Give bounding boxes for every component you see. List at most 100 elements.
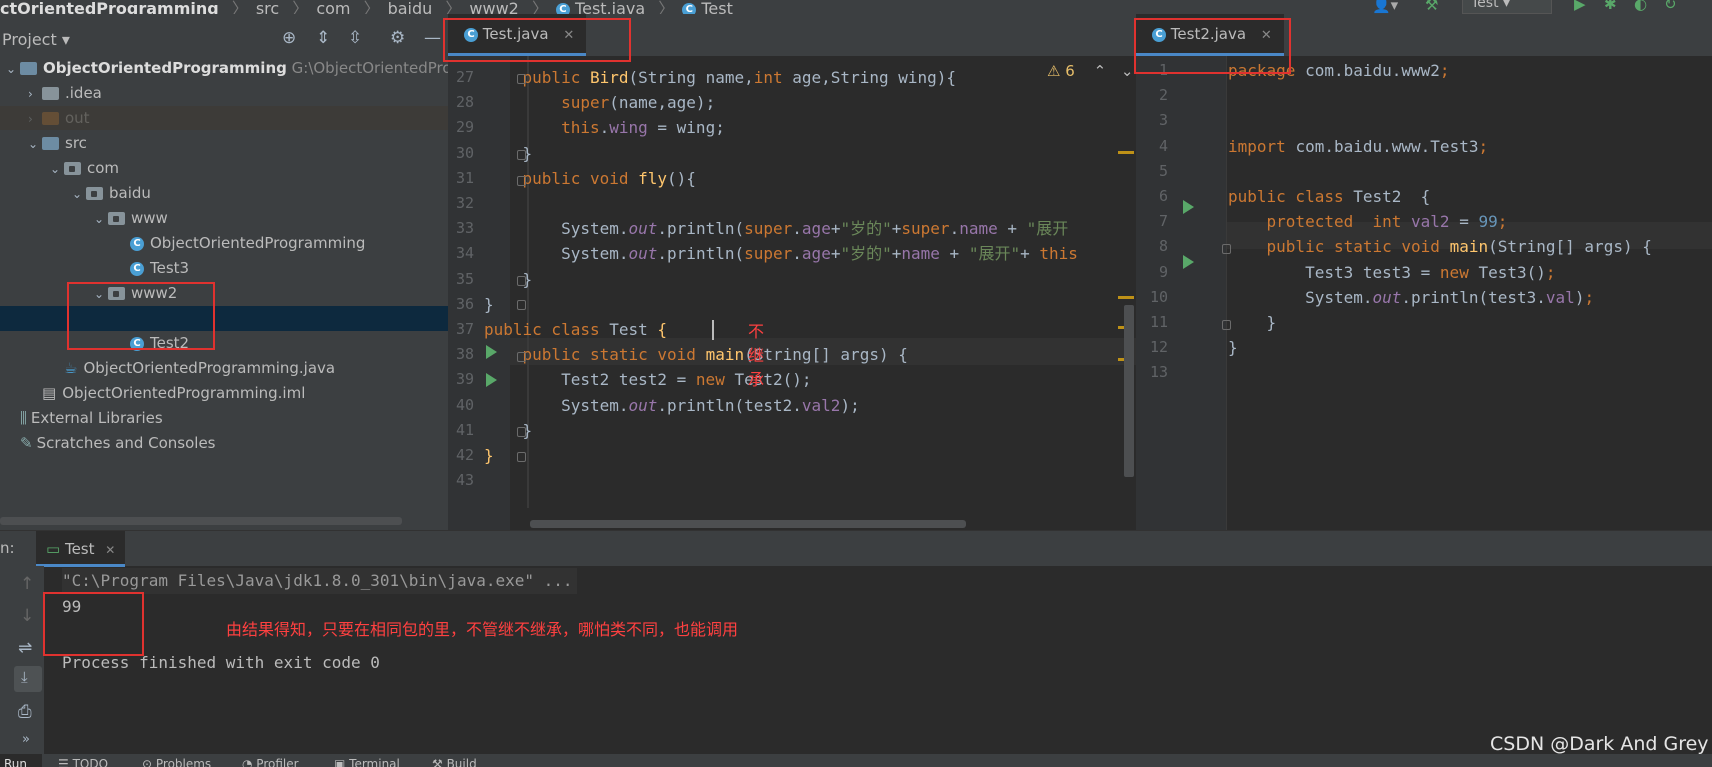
fold-marker-icon[interactable] <box>517 276 526 286</box>
fold-marker-icon[interactable] <box>517 452 526 462</box>
code-token: age,String wing){ <box>792 68 957 87</box>
code-line[interactable]: import com.baidu.www.Test3; <box>1228 133 1488 160</box>
soft-wrap-icon[interactable]: ⇌ <box>18 638 32 658</box>
chevron-up-icon[interactable]: ⌃ <box>1094 62 1107 80</box>
code-line[interactable]: System.out.println(super.age+"岁的"+super.… <box>484 215 1068 242</box>
tree-item[interactable]: ☕ ObjectOrientedProgramming.java <box>50 356 335 381</box>
run-icon[interactable]: ▶ <box>1574 0 1586 13</box>
run-class-gutter-icon[interactable] <box>486 345 497 359</box>
run-class-gutter-icon[interactable] <box>1183 200 1194 214</box>
breadcrumb-class[interactable]: Test <box>701 0 733 14</box>
chevron-down-icon[interactable]: ⌄ <box>28 132 42 157</box>
fold-marker-icon[interactable] <box>517 176 526 186</box>
tree-item[interactable]: ⌄ baidu <box>72 181 151 206</box>
arrow-up-icon[interactable]: ↑ <box>20 574 34 594</box>
tree-item[interactable]: ⫼ External Libraries <box>6 406 163 431</box>
toolwindow-build[interactable]: ⚒ Build <box>432 757 477 767</box>
tree-item[interactable]: › .idea <box>28 81 102 106</box>
tree-item[interactable]: ⌄ com <box>50 156 119 181</box>
error-stripe-mark[interactable] <box>1118 151 1134 154</box>
breadcrumb-project[interactable]: ctOrientedProgramming <box>0 0 219 14</box>
code-line[interactable]: System.out.println(test3.val); <box>1228 284 1594 311</box>
editor1-vertical-scrollbar[interactable] <box>1124 305 1134 477</box>
fold-marker-icon[interactable] <box>1222 244 1231 254</box>
code-token: new <box>1439 262 1479 282</box>
chevron-down-icon[interactable]: ⌄ <box>1121 62 1134 80</box>
code-line[interactable]: protected int val2 = 99; <box>1228 208 1508 235</box>
project-horizontal-scrollbar[interactable] <box>0 517 402 525</box>
code-line[interactable]: } <box>484 442 494 469</box>
more-icon[interactable]: » <box>22 732 30 747</box>
arrow-down-icon[interactable]: ↓ <box>20 606 34 626</box>
code-line[interactable]: System.out.println(test2.val2); <box>484 392 860 419</box>
problems-icon: ⊙ <box>142 757 156 767</box>
toolwindow-profiler[interactable]: ◔ Profiler <box>242 757 299 767</box>
java-class-icon: C <box>130 261 144 276</box>
tree-item[interactable]: C ObjectOrientedProgramming <box>116 231 365 256</box>
code-line[interactable]: } <box>1228 309 1277 336</box>
code-line[interactable]: public static void main(String[] args) { <box>484 341 908 368</box>
code-line[interactable]: super(name,age); <box>484 89 715 116</box>
breadcrumb-file[interactable]: Test.java <box>575 0 645 14</box>
breadcrumb-www2[interactable]: www2 <box>469 0 518 14</box>
breadcrumb-src[interactable]: src <box>256 0 279 14</box>
tree-item[interactable]: ▤ ObjectOrientedProgramming.iml <box>28 381 305 406</box>
code-line[interactable]: public void fly(){ <box>484 165 696 192</box>
close-icon[interactable]: ✕ <box>105 543 115 557</box>
user-icon[interactable]: 👤▾ <box>1372 0 1398 14</box>
fold-marker-icon[interactable] <box>1222 320 1231 330</box>
run-main-gutter-icon[interactable] <box>1183 255 1194 269</box>
breadcrumb-com[interactable]: com <box>316 0 350 14</box>
chevron-down-icon[interactable]: ⌄ <box>72 182 86 207</box>
run-config-select[interactable]: Test ▾ <box>1462 0 1552 14</box>
toolwindow-problems[interactable]: ⊙ Problems <box>142 757 211 767</box>
breadcrumb-baidu[interactable]: baidu <box>388 0 433 14</box>
code-line[interactable]: public class Test2 { <box>1228 183 1430 210</box>
tree-item[interactable]: ⌄ ObjectOrientedProgramming G:\ObjectOrie… <box>6 56 491 81</box>
run-tab-test[interactable]: ▭ Test ✕ <box>36 531 126 567</box>
code-token: System. <box>484 219 629 239</box>
code-line[interactable]: public Bird(String name,int age,String w… <box>484 64 957 91</box>
code-line[interactable]: System.out.println(super.age+"岁的"+name +… <box>484 240 1078 267</box>
toolwindow-todo[interactable]: ☰ TODO <box>58 757 108 767</box>
scroll-to-end-button[interactable]: ⤓ <box>14 666 42 692</box>
chevron-down-icon[interactable]: ⌄ <box>6 57 20 82</box>
editor1-horizontal-scrollbar[interactable] <box>530 520 966 528</box>
fold-marker-icon[interactable] <box>517 150 526 160</box>
code-line[interactable]: Test3 test3 = new Test3(); <box>1228 259 1555 286</box>
tree-item[interactable]: ✎ Scratches and Consoles <box>6 431 216 456</box>
warnings-indicator[interactable]: ⚠ 6 ⌃ ⌄ <box>1047 62 1134 80</box>
run-main-gutter-icon[interactable] <box>486 373 497 387</box>
collapse-all-icon[interactable]: ⇳ <box>348 28 362 48</box>
fold-marker-icon[interactable] <box>517 74 526 84</box>
tree-item[interactable]: ⌄ www <box>94 206 168 231</box>
tree-item[interactable]: ⌄ src <box>28 131 87 156</box>
fold-marker-icon[interactable] <box>517 300 526 310</box>
fold-marker-icon[interactable] <box>517 427 526 437</box>
tree-item[interactable]: C Test3 <box>116 256 189 281</box>
build-hammer-icon[interactable]: ⚒ <box>1425 0 1438 14</box>
project-panel-title[interactable]: Project ▾ <box>2 30 70 49</box>
expand-all-icon[interactable]: ⇕ <box>316 28 330 48</box>
toolwindow-run[interactable]: Run <box>4 757 27 767</box>
line-number: 10 <box>1149 287 1168 306</box>
code-line[interactable]: } <box>1228 334 1238 361</box>
print-icon[interactable]: ⎙ <box>18 702 32 722</box>
locate-icon[interactable]: ⊕ <box>282 28 296 48</box>
chevron-down-icon[interactable]: ⌄ <box>94 207 108 232</box>
gear-icon[interactable]: ⚙ <box>390 28 405 48</box>
coverage-icon[interactable]: ◐ <box>1634 0 1647 13</box>
fold-marker-icon[interactable] <box>517 352 526 362</box>
chevron-down-icon[interactable]: ⌄ <box>50 157 64 182</box>
code-line[interactable]: this.wing = wing; <box>484 114 725 141</box>
debug-icon[interactable]: ✱ <box>1604 0 1617 13</box>
profile-icon[interactable]: ↻ <box>1664 0 1677 13</box>
code-token: (name,age); <box>609 93 716 113</box>
error-stripe-mark[interactable] <box>1118 296 1134 299</box>
code-line[interactable]: } <box>484 291 494 318</box>
toolwindow-terminal[interactable]: ▣ Terminal <box>334 757 400 767</box>
chevron-right-icon[interactable]: › <box>28 82 42 107</box>
code-line[interactable]: public static void main(String[] args) { <box>1228 233 1652 260</box>
hide-panel-icon[interactable]: — <box>424 28 441 48</box>
code-line[interactable]: public class Test { <box>484 316 667 343</box>
